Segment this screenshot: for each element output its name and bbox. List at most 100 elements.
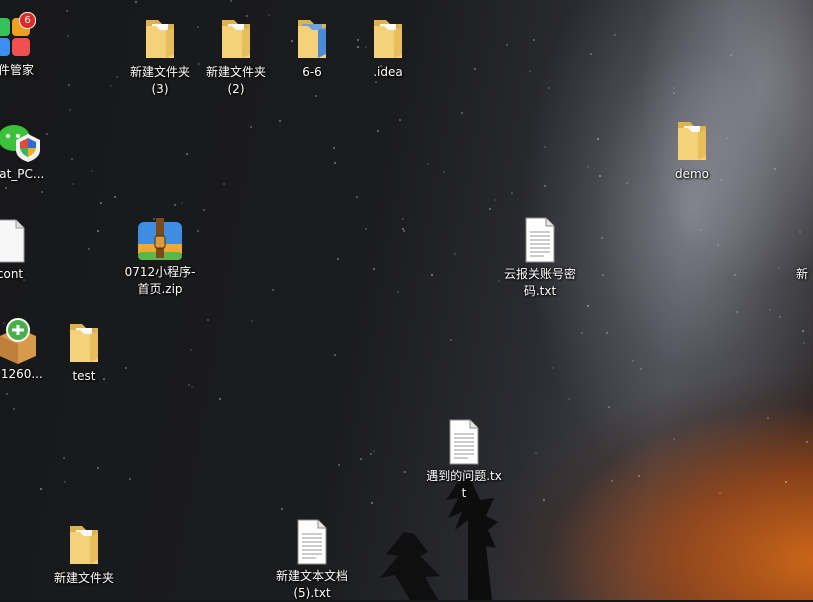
installer-icon xyxy=(0,316,42,364)
desktop-icon-app-manager[interactable]: 6 软件管家 xyxy=(0,12,48,79)
icon-label: 软件管家 xyxy=(0,63,34,77)
star xyxy=(338,464,340,466)
folder-icon xyxy=(364,14,412,62)
star xyxy=(597,138,599,140)
star xyxy=(568,398,570,400)
icon-label: .idea xyxy=(373,65,403,79)
star xyxy=(533,39,535,41)
star xyxy=(219,398,221,400)
star xyxy=(116,76,118,78)
star xyxy=(443,171,445,173)
star xyxy=(110,85,112,87)
folder-icon xyxy=(60,520,108,568)
text-file-icon xyxy=(288,518,336,566)
star xyxy=(626,182,628,184)
star xyxy=(543,499,545,501)
icon-label: 新建文本文档 (5).txt xyxy=(275,569,348,600)
star xyxy=(529,70,531,72)
star xyxy=(544,185,546,187)
star xyxy=(207,319,209,321)
star xyxy=(397,291,399,293)
star xyxy=(734,274,736,276)
icon-label: 新建文件夹 (3) xyxy=(129,65,190,96)
star xyxy=(190,349,192,351)
star xyxy=(97,230,99,232)
star xyxy=(606,332,608,334)
icon-label: 云报关账号密码.txt xyxy=(503,267,576,298)
desktop-icon-wechat-pc[interactable]: hat_PC... xyxy=(0,116,56,183)
star xyxy=(375,81,377,83)
wechat-shortcut-icon xyxy=(0,116,42,164)
star xyxy=(611,480,613,482)
desktop-icon-folder-demo[interactable]: demo xyxy=(654,116,730,183)
desktop-icon-edge-partial[interactable]: 新 xyxy=(796,264,813,283)
star xyxy=(91,170,93,172)
star xyxy=(371,502,373,504)
star xyxy=(640,368,642,370)
icon-label: demo xyxy=(674,167,710,181)
star xyxy=(717,244,719,246)
star xyxy=(251,320,253,322)
star xyxy=(6,393,8,395)
desktop-icon-folder-new-3[interactable]: 新建文件夹 (3) xyxy=(122,14,198,98)
icon-label: 新 xyxy=(796,267,809,281)
desktop-icon-folder-6-6[interactable]: 6-6 xyxy=(274,14,350,81)
star xyxy=(614,34,616,36)
star xyxy=(779,316,781,318)
desktop-icon-file-cont[interactable]: cont xyxy=(0,216,48,283)
star xyxy=(601,237,603,239)
folder-icon xyxy=(136,14,184,62)
desktop-icon-txt-yunbaoguan[interactable]: 云报关账号密码.txt xyxy=(502,216,578,300)
desktop-icon-txt-problems[interactable]: 遇到的问题.txt xyxy=(426,418,502,502)
star xyxy=(63,457,65,459)
star xyxy=(461,112,463,114)
desktop-icon-folder-idea[interactable]: .idea xyxy=(350,14,426,81)
app-manager-icon: 6 xyxy=(0,12,36,60)
desktop-icon-folder-new[interactable]: 新建文件夹 xyxy=(46,520,122,587)
star xyxy=(370,453,372,455)
icon-label: 新建文件夹 xyxy=(53,571,114,585)
star xyxy=(250,126,252,128)
star xyxy=(88,248,90,250)
star xyxy=(769,309,771,311)
star xyxy=(638,475,640,477)
folder-icon xyxy=(668,116,716,164)
star xyxy=(41,191,43,193)
file-icon xyxy=(0,216,34,264)
star xyxy=(799,231,801,233)
icon-label: 0712小程序-首页.zip xyxy=(124,265,196,296)
star xyxy=(489,208,491,210)
star xyxy=(373,268,375,270)
star xyxy=(279,120,281,122)
star xyxy=(608,406,610,408)
star xyxy=(427,163,429,165)
star xyxy=(602,274,604,276)
star xyxy=(673,438,675,440)
desktop-icon-txt-new-5[interactable]: 新建文本文档 (5).txt xyxy=(274,518,350,602)
desktop-icon-folder-new-2[interactable]: 新建文件夹 (2) xyxy=(198,14,274,98)
star xyxy=(360,458,362,460)
star xyxy=(64,481,66,483)
desktop-icon-zip-0712[interactable]: 0712小程序-首页.zip xyxy=(122,214,198,298)
star xyxy=(191,386,193,388)
star xyxy=(544,146,546,148)
desktop-icon-folder-test[interactable]: test xyxy=(46,318,122,385)
star xyxy=(778,267,780,269)
star xyxy=(552,367,554,369)
star xyxy=(474,68,476,70)
star xyxy=(97,467,99,469)
icon-label: 新建文件夹 (2) xyxy=(205,65,266,96)
star xyxy=(399,119,401,121)
folder-blue-icon xyxy=(288,14,336,62)
notification-badge: 6 xyxy=(19,12,36,29)
star xyxy=(333,147,335,149)
star xyxy=(188,384,190,386)
star xyxy=(281,508,283,510)
folder-icon xyxy=(212,14,260,62)
star xyxy=(69,109,71,111)
star xyxy=(402,218,404,220)
star xyxy=(356,196,358,198)
star xyxy=(802,330,804,332)
star xyxy=(494,199,496,201)
star xyxy=(498,280,500,282)
